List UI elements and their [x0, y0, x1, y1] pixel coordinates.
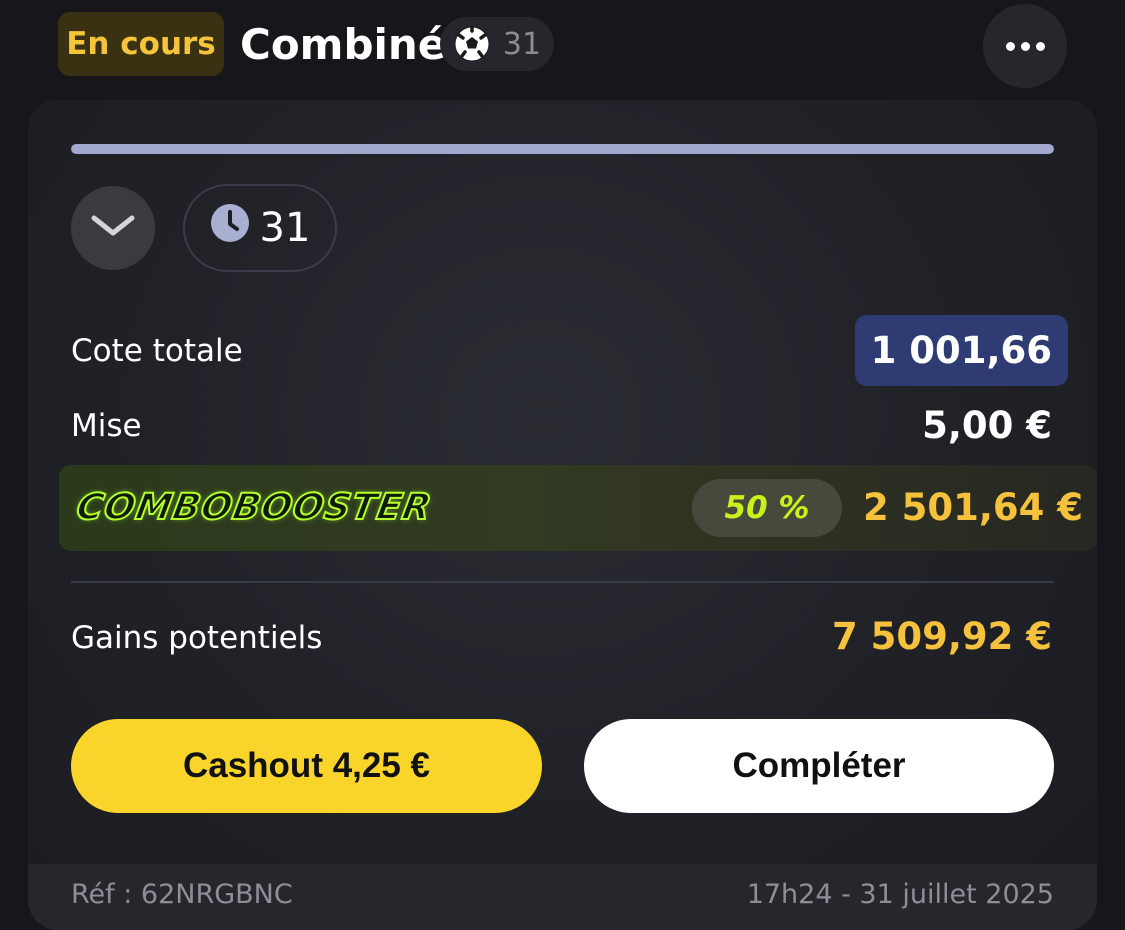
complete-button[interactable]: Compléter	[584, 719, 1054, 813]
bet-datetime: 17h24 - 31 juillet 2025	[746, 879, 1054, 910]
combo-booster-banner: COMBOBOOSTER 50 % 2 501,64 €	[59, 465, 1097, 551]
selections-count: 31	[502, 26, 542, 62]
combo-booster-logo: COMBOBOOSTER	[72, 486, 436, 529]
stake-value: 5,00 €	[922, 404, 1052, 447]
soccer-ball-icon	[453, 25, 491, 63]
live-selections-chip[interactable]: 31	[183, 184, 337, 272]
live-count: 31	[259, 205, 311, 251]
bet-type-title: Combiné	[240, 20, 447, 69]
clock-icon	[210, 203, 250, 253]
total-odds-value: 1 001,66	[854, 315, 1068, 386]
more-dot	[1020, 41, 1030, 51]
status-badge: En cours	[58, 12, 224, 76]
chevron-down-icon	[90, 213, 136, 243]
more-horizontal-icon	[1005, 41, 1015, 51]
potential-gains-label: Gains potentiels	[71, 620, 323, 656]
progress-bar-fill	[71, 144, 1054, 154]
card-footer: Réf : 62NRGBNC 17h24 - 31 juillet 2025	[28, 864, 1097, 930]
potential-gains-value: 7 509,92 €	[831, 615, 1052, 658]
more-dot	[1035, 41, 1045, 51]
boost-percent-badge: 50 %	[692, 479, 842, 537]
bet-reference: Réf : 62NRGBNC	[71, 879, 293, 910]
divider	[71, 581, 1054, 583]
progress-bar	[71, 144, 1054, 154]
bet-card: 31 Cote totale 1 001,66 Mise 5,00 € COMB…	[28, 100, 1097, 930]
boost-amount: 2 501,64 €	[862, 486, 1083, 529]
total-odds-label: Cote totale	[71, 333, 243, 369]
stake-label: Mise	[71, 408, 142, 444]
cashout-button[interactable]: Cashout 4,25 €	[71, 719, 542, 813]
sport-selections-chip: 31	[440, 17, 554, 71]
more-options-button[interactable]	[983, 4, 1067, 88]
expand-button[interactable]	[71, 186, 155, 270]
